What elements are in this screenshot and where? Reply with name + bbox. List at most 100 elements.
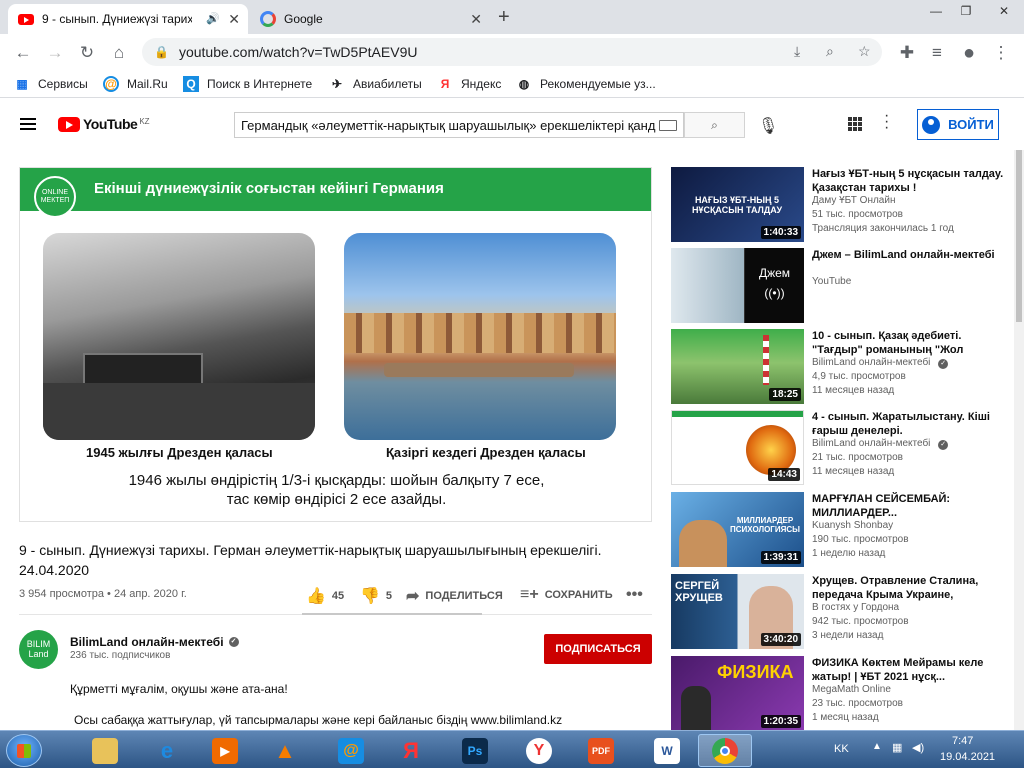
- taskbar-chrome[interactable]: [698, 734, 752, 767]
- subscribe-button[interactable]: ПОДПИСАТЬСЯ: [544, 634, 652, 664]
- youtube-logo[interactable]: YouTube KZ: [58, 117, 150, 132]
- taskbar-media[interactable]: ▶: [198, 734, 252, 767]
- microphone-icon[interactable]: 🎙: [758, 116, 778, 136]
- tray-arrow-icon[interactable]: ▲: [872, 741, 882, 752]
- clock-date[interactable]: 19.04.2021: [940, 751, 995, 763]
- bookmark-star-icon[interactable]: ☆: [858, 43, 871, 60]
- share-button[interactable]: ➦ ПОДЕЛИТЬСЯ: [406, 586, 503, 606]
- more-actions-button[interactable]: •••: [626, 586, 649, 604]
- recommended-video[interactable]: ФИЗИКА 1:20:35 ФИЗИКА Көктем Мейрамы кел…: [671, 656, 1021, 732]
- channel-name-row[interactable]: BilimLand онлайн-мектебі ✓: [70, 635, 239, 649]
- taskbar-pdf[interactable]: PDF: [574, 734, 628, 767]
- video-duration: 1:40:33: [760, 226, 801, 239]
- tab-youtube[interactable]: 9 - сынып. Дүниежүзі тарих 🔊 ✕: [8, 4, 248, 34]
- taskbar-explorer[interactable]: [78, 734, 132, 767]
- apps-icon[interactable]: [848, 117, 862, 131]
- search-value: Германдық «әлеуметтік-нарықтық шаруашылы…: [241, 117, 656, 133]
- zoom-icon[interactable]: ⌕: [826, 43, 834, 60]
- close-window-icon[interactable]: ✕: [984, 0, 1024, 22]
- recommended-mix[interactable]: Джем ((•)) Джем – BilimLand онлайн-мекте…: [671, 248, 1021, 324]
- bookmark-recommended[interactable]: ◍ Рекомендуемые уз...: [516, 76, 656, 92]
- address-bar[interactable]: 🔒 youtube.com/watch?v=TwD5PtAEV9U ⤓ ⌕ ☆: [142, 38, 882, 66]
- channel-name: BilimLand онлайн-мектебі: [812, 438, 931, 449]
- recommended-video[interactable]: НАҒЫЗ ҰБТ-НЫҢ 5 НҰСҚАСЫН ТАЛДАУ 1:40:33 …: [671, 167, 1021, 243]
- like-button[interactable]: 👍 45: [306, 586, 344, 606]
- profile-icon[interactable]: ●: [958, 42, 980, 64]
- reload-icon[interactable]: ↻: [76, 42, 98, 64]
- taskbar-word[interactable]: W: [640, 734, 694, 767]
- video-thumbnail[interactable]: НАҒЫЗ ҰБТ-НЫҢ 5 НҰСҚАСЫН ТАЛДАУ 1:40:33: [671, 167, 804, 242]
- restore-icon[interactable]: ❐: [952, 0, 980, 22]
- recommended-video[interactable]: 18:25 10 - сынып. Қазақ әдебиеті. "Тағды…: [671, 329, 1021, 405]
- scrollbar-thumb[interactable]: [1016, 150, 1022, 322]
- bookmarks-bar: ▦ Сервисы @ Mail.Ru Q Поиск в Интернете …: [0, 70, 1024, 98]
- recommended-video[interactable]: СЕРГЕЙ ХРУЩЕВ 3:40:20 Хрущев. Отравление…: [671, 574, 1021, 650]
- sign-in-label: ВОЙТИ: [948, 117, 994, 132]
- speaker-icon[interactable]: 🔊: [206, 12, 220, 25]
- settings-dots-icon[interactable]: · · ·: [884, 108, 889, 136]
- recommended-video[interactable]: 14:43 4 - сынып. Жаратылыстану. Кіші ғар…: [671, 410, 1021, 486]
- video-duration: 18:25: [769, 388, 801, 401]
- close-tab-icon[interactable]: ✕: [470, 11, 482, 28]
- browser-toolbar: ← → ↻ ⌂ 🔒 youtube.com/watch?v=TwD5PtAEV9…: [0, 34, 1024, 70]
- recommended-video[interactable]: МИЛЛИАРДЕР ПСИХОЛОГИЯСЫ 1:39:31 МАРҒҰЛАН…: [671, 492, 1021, 568]
- slide-title: Екінші дүниежүзілік соғыстан кейінгі Гер…: [94, 180, 444, 197]
- network-icon[interactable]: ▦: [892, 741, 902, 754]
- taskbar-ie[interactable]: e: [140, 734, 194, 767]
- install-icon[interactable]: ⤓: [794, 43, 800, 60]
- volume-icon[interactable]: ◀): [912, 741, 924, 754]
- video-player[interactable]: ONLINE МЕКТЕП Екінші дүниежүзілік соғыст…: [19, 167, 652, 522]
- back-icon[interactable]: ←: [12, 42, 34, 64]
- home-icon[interactable]: ⌂: [108, 42, 130, 64]
- video-thumbnail[interactable]: СЕРГЕЙ ХРУЩЕВ 3:40:20: [671, 574, 804, 649]
- save-button[interactable]: ≡+ СОХРАНИТЬ: [520, 586, 613, 604]
- channel-avatar[interactable]: BILIM Land: [19, 630, 58, 669]
- upload-time: 1 месяц назад: [812, 712, 879, 723]
- page-scrollbar[interactable]: [1014, 150, 1024, 730]
- clock-time[interactable]: 7:47: [952, 735, 973, 747]
- pdf-icon: PDF: [588, 737, 614, 764]
- yandex-icon: Я: [403, 737, 419, 763]
- taskbar-photoshop[interactable]: Ps: [448, 734, 502, 767]
- language-indicator[interactable]: KK: [834, 743, 849, 755]
- search-button[interactable]: ⌕: [684, 112, 745, 138]
- yandex-browser-icon: Y: [526, 737, 552, 764]
- search-input[interactable]: Германдық «әлеуметтік-нарықтық шаруашылы…: [234, 112, 684, 138]
- minimize-icon[interactable]: —: [922, 0, 950, 22]
- video-thumbnail[interactable]: 18:25: [671, 329, 804, 404]
- dislike-button[interactable]: 👎 5: [360, 586, 392, 606]
- bookmark-flights[interactable]: ✈ Авиабилеты: [329, 76, 422, 92]
- close-tab-icon[interactable]: ✕: [228, 11, 240, 28]
- keyboard-icon[interactable]: [659, 120, 677, 131]
- video-thumbnail[interactable]: 14:43: [671, 410, 804, 485]
- video-thumbnail[interactable]: ФИЗИКА 1:20:35: [671, 656, 804, 731]
- start-button[interactable]: [6, 734, 42, 767]
- tab-google[interactable]: Google ✕: [250, 4, 490, 34]
- video-thumbnail[interactable]: Джем ((•)): [671, 248, 804, 323]
- channel-name: В гостях у Гордона: [812, 602, 900, 613]
- extensions-icon[interactable]: ✚: [896, 42, 918, 64]
- lock-icon[interactable]: 🔒: [154, 45, 169, 59]
- slide-header: ONLINE МЕКТЕП Екінші дүниежүзілік соғыст…: [20, 168, 651, 218]
- taskbar-vlc[interactable]: ▲: [258, 734, 312, 767]
- sign-in-button[interactable]: ВОЙТИ: [917, 109, 999, 140]
- taskbar-yandex[interactable]: Я: [384, 734, 438, 767]
- new-tab-button[interactable]: +: [498, 6, 510, 29]
- hamburger-menu-icon[interactable]: [20, 118, 36, 130]
- vlc-icon: ▲: [274, 737, 296, 763]
- bookmark-services[interactable]: ▦ Сервисы: [14, 76, 87, 92]
- url-text: youtube.com/watch?v=TwD5PtAEV9U: [178, 44, 418, 60]
- menu-icon[interactable]: ⋮: [990, 42, 1012, 64]
- video-title: Джем – BilimLand онлайн-мектебі: [812, 249, 995, 261]
- taskbar-yandex-browser[interactable]: Y: [512, 734, 566, 767]
- forward-icon[interactable]: →: [44, 42, 66, 64]
- bookmark-mailru[interactable]: @ Mail.Ru: [103, 76, 168, 92]
- thumbs-up-icon: 👍: [306, 588, 326, 605]
- media-icon[interactable]: ≡: [926, 42, 948, 64]
- video-thumbnail[interactable]: МИЛЛИАРДЕР ПСИХОЛОГИЯСЫ 1:39:31: [671, 492, 804, 567]
- bookmark-search[interactable]: Q Поиск в Интернете: [183, 76, 312, 92]
- taskbar-mailru[interactable]: @: [324, 734, 378, 767]
- bookmark-yandex[interactable]: Я Яндекс: [437, 76, 502, 92]
- upload-time: 11 месяцев назад: [812, 466, 895, 477]
- like-count: 45: [331, 590, 345, 602]
